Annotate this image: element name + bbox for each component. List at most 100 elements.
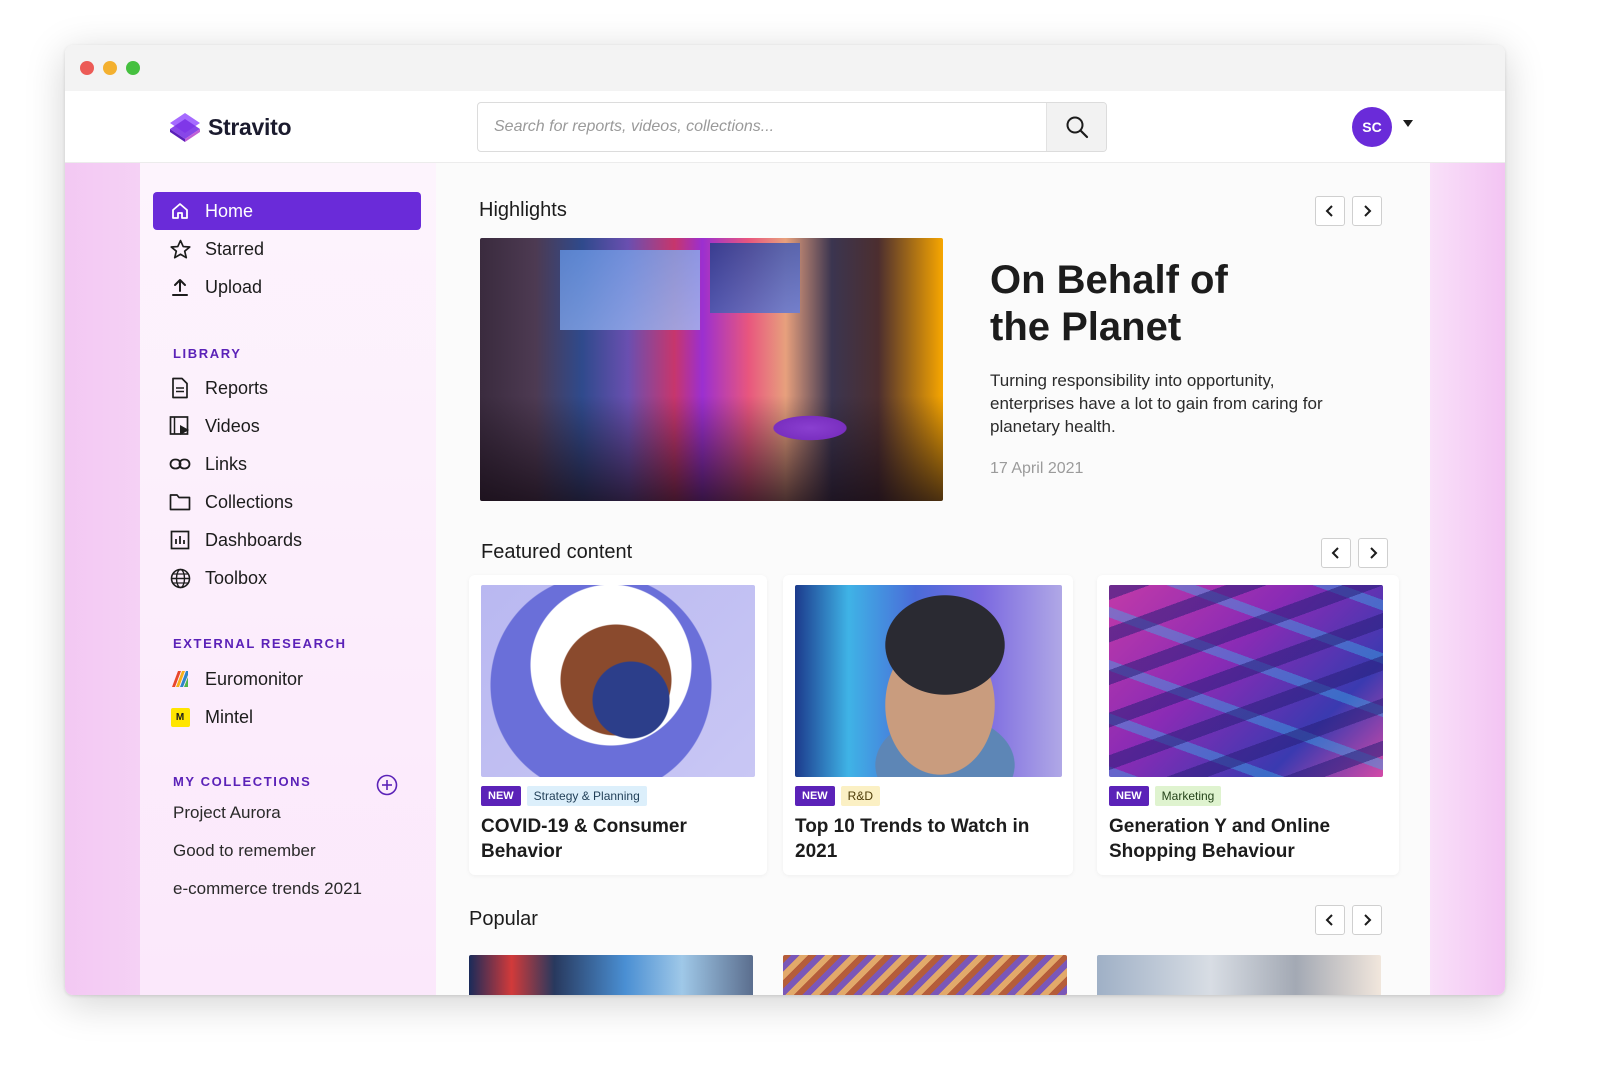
collection-item-good-to-remember[interactable]: Good to remember: [173, 841, 316, 861]
popular-heading: Popular: [469, 908, 538, 930]
dashboard-icon: [169, 529, 191, 551]
upload-icon: [169, 276, 191, 298]
sidebar-item-links[interactable]: Links: [153, 445, 421, 483]
featured-card[interactable]: NEW Marketing Generation Y and Online Sh…: [1097, 575, 1399, 875]
search-input[interactable]: [478, 103, 1046, 151]
card-tags: NEW Strategy & Planning: [481, 786, 647, 806]
euromonitor-logo-icon: [169, 668, 191, 690]
top-bar: Stravito SC: [65, 91, 1505, 163]
featured-prev-button[interactable]: [1321, 538, 1351, 568]
sidebar: Home Starred Upload LIBRARY Reports Vide…: [140, 163, 436, 995]
card-tags: NEW Marketing: [1109, 786, 1222, 806]
sidebar-item-home[interactable]: Home: [153, 192, 421, 230]
main-content: Highlights On Behalf of the Planet Turni…: [436, 163, 1430, 995]
category-tag[interactable]: Strategy & Planning: [526, 786, 647, 806]
chevron-down-icon[interactable]: [1402, 117, 1414, 129]
card-thumbnail: [1109, 585, 1383, 777]
highlight-date: 17 April 2021: [990, 460, 1084, 477]
content-area: Home Starred Upload LIBRARY Reports Vide…: [65, 163, 1505, 995]
library-section-title: LIBRARY: [173, 346, 242, 361]
sidebar-item-label: Euromonitor: [205, 668, 304, 689]
category-tag[interactable]: R&D: [840, 786, 881, 806]
search-button[interactable]: [1046, 103, 1106, 151]
sidebar-item-label: Videos: [205, 415, 260, 436]
my-collections-section-title: MY COLLECTIONS: [173, 774, 312, 789]
popular-card-thumbnail[interactable]: [783, 955, 1067, 995]
user-avatar[interactable]: SC: [1352, 107, 1392, 147]
popular-card-thumbnail[interactable]: [1097, 955, 1381, 995]
featured-heading: Featured content: [481, 541, 633, 563]
sidebar-item-toolbox[interactable]: Toolbox: [153, 559, 421, 597]
folder-icon: [169, 491, 191, 513]
sidebar-item-videos[interactable]: Videos: [153, 407, 421, 445]
chevron-right-icon: [1364, 914, 1372, 926]
search-bar: [477, 102, 1107, 152]
card-title: COVID-19 & Consumer Behavior: [481, 816, 687, 862]
featured-card[interactable]: NEW R&D Top 10 Trends to Watch in 2021: [783, 575, 1073, 875]
card-tags: NEW R&D: [795, 786, 881, 806]
chevron-left-icon: [1325, 205, 1333, 217]
video-icon: [169, 415, 191, 437]
new-badge: NEW: [795, 786, 835, 806]
add-collection-icon[interactable]: [376, 774, 398, 796]
highlights-prev-button[interactable]: [1315, 196, 1345, 226]
sidebar-item-mintel[interactable]: M Mintel: [153, 698, 421, 736]
highlight-title[interactable]: On Behalf of the Planet: [990, 257, 1290, 351]
collection-item-project-aurora[interactable]: Project Aurora: [173, 803, 281, 823]
card-thumbnail: [481, 585, 755, 777]
card-title: Top 10 Trends to Watch in 2021: [795, 816, 1030, 862]
popular-next-button[interactable]: [1352, 905, 1382, 935]
card-title: Generation Y and Online Shopping Behavio…: [1109, 816, 1331, 862]
link-icon: [169, 453, 191, 475]
sidebar-item-label: Links: [205, 453, 248, 474]
star-icon: [169, 238, 191, 260]
mintel-badge: M: [170, 707, 190, 727]
sidebar-item-dashboards[interactable]: Dashboards: [153, 521, 421, 559]
sidebar-item-reports[interactable]: Reports: [153, 369, 421, 407]
collection-item-ecommerce-trends[interactable]: e-commerce trends 2021: [173, 879, 362, 899]
window-titlebar: [65, 45, 1505, 91]
sidebar-item-label: Home: [205, 200, 254, 221]
close-window-button[interactable]: [80, 61, 94, 75]
highlight-description: Turning responsibility into opportunity,…: [990, 371, 1323, 436]
app-logo[interactable]: Stravito: [168, 111, 292, 143]
search-icon: [1066, 116, 1088, 139]
sidebar-item-label: Toolbox: [205, 567, 268, 588]
sidebar-item-collections[interactable]: Collections: [153, 483, 421, 521]
featured-card[interactable]: NEW Strategy & Planning COVID-19 & Consu…: [469, 575, 767, 875]
chevron-right-icon: [1370, 547, 1378, 559]
card-thumbnail: [795, 585, 1062, 777]
popular-card-thumbnail[interactable]: [469, 955, 753, 995]
external-research-section-title: EXTERNAL RESEARCH: [173, 636, 347, 651]
featured-next-button[interactable]: [1358, 538, 1388, 568]
minimize-window-button[interactable]: [103, 61, 117, 75]
document-icon: [169, 377, 191, 399]
browser-window: Stravito SC Home: [65, 45, 1505, 995]
chevron-left-icon: [1325, 914, 1333, 926]
chevron-right-icon: [1364, 205, 1372, 217]
mintel-logo-icon: M: [169, 706, 191, 728]
highlights-next-button[interactable]: [1352, 196, 1382, 226]
chevron-left-icon: [1331, 547, 1339, 559]
sidebar-item-label: Dashboards: [205, 529, 303, 550]
maximize-window-button[interactable]: [126, 61, 140, 75]
app-name: Stravito: [208, 113, 292, 140]
right-rail: [1430, 163, 1505, 995]
stravito-logo-icon: [170, 113, 200, 142]
new-badge: NEW: [481, 786, 521, 806]
popular-prev-button[interactable]: [1315, 905, 1345, 935]
sidebar-item-starred[interactable]: Starred: [153, 230, 421, 268]
category-tag[interactable]: Marketing: [1154, 786, 1222, 806]
sidebar-item-euromonitor[interactable]: Euromonitor: [153, 660, 421, 698]
highlight-image[interactable]: [480, 238, 943, 501]
sidebar-item-upload[interactable]: Upload: [153, 268, 421, 306]
sidebar-item-label: Mintel: [205, 706, 254, 727]
home-icon: [169, 200, 191, 222]
globe-icon: [169, 567, 191, 589]
sidebar-item-label: Starred: [205, 238, 265, 259]
new-badge: NEW: [1109, 786, 1149, 806]
sidebar-item-label: Upload: [205, 276, 263, 297]
highlights-heading: Highlights: [479, 199, 567, 221]
sidebar-item-label: Collections: [205, 491, 294, 512]
sidebar-item-label: Reports: [205, 377, 269, 398]
